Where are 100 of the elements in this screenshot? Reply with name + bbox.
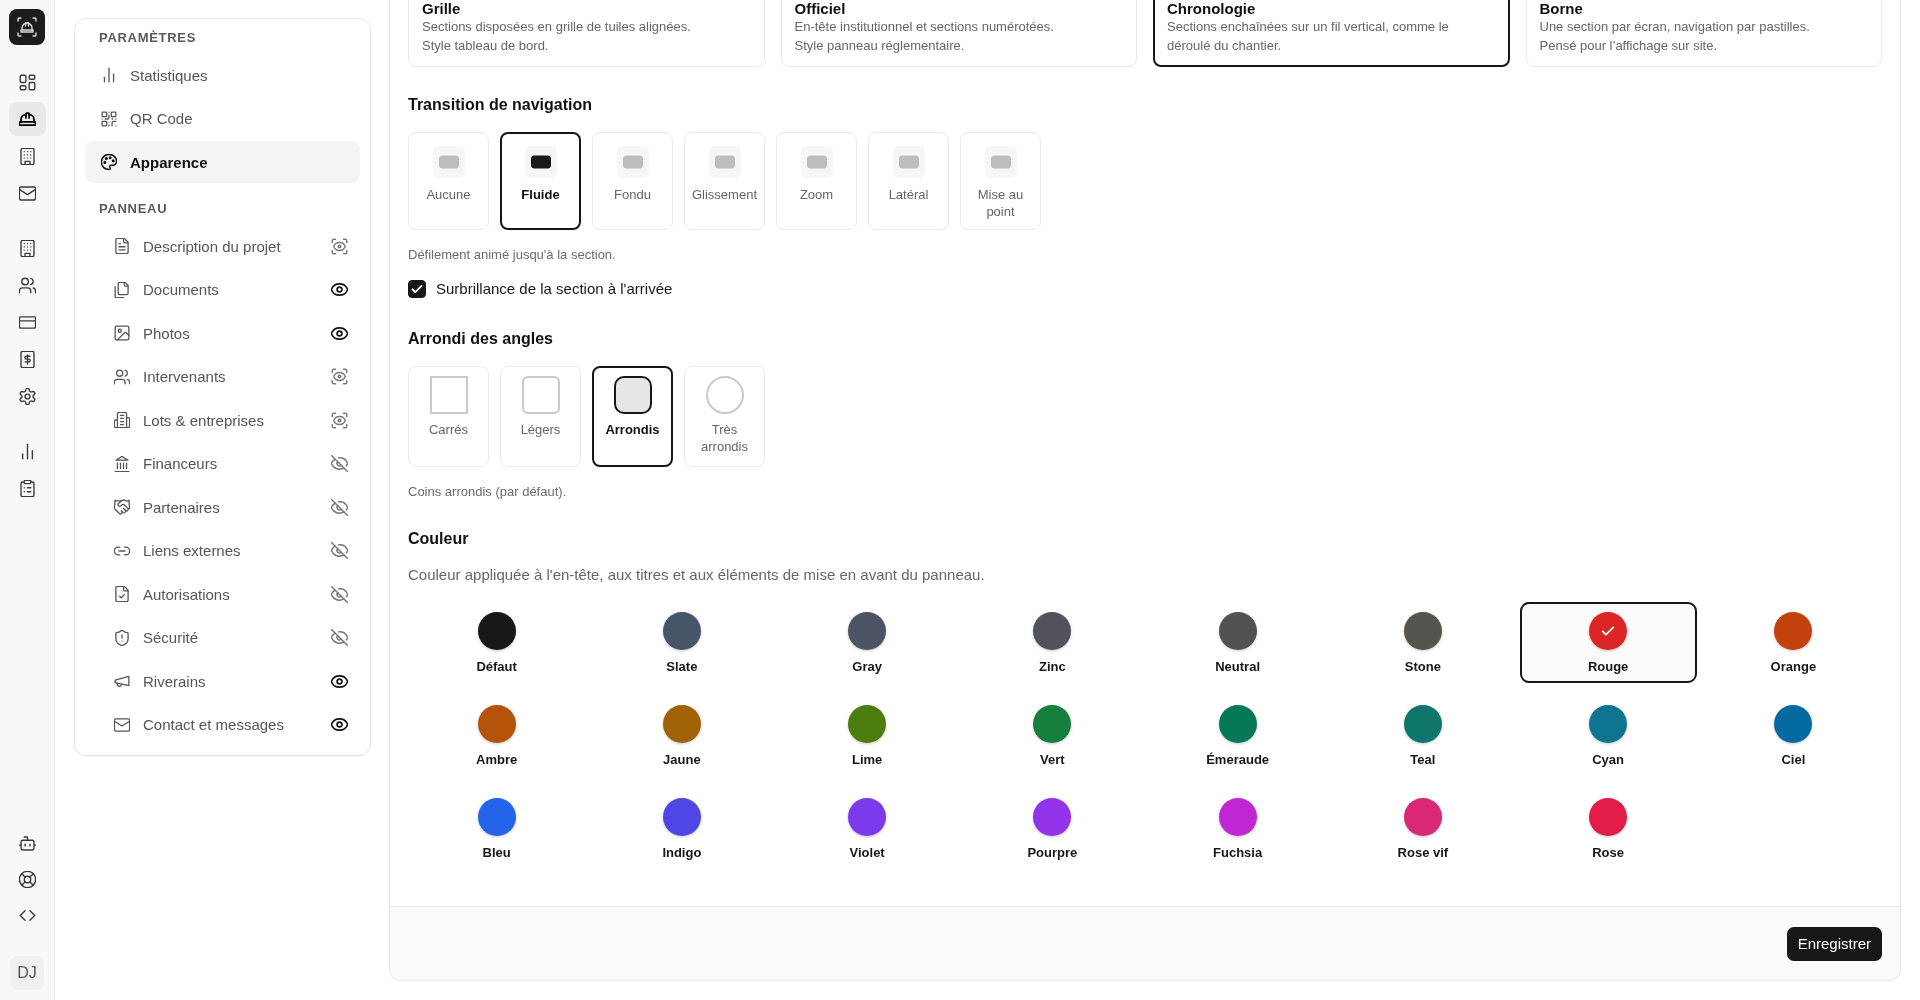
section-heading: Arrondi des angles <box>408 329 554 349</box>
robot-icon <box>18 834 36 852</box>
color-option[interactable]: Ciel <box>1704 695 1882 776</box>
color-option[interactable]: Émeraude <box>1149 695 1327 776</box>
sidebar-item[interactable]: Sécurité <box>85 616 360 659</box>
user-avatar[interactable]: DJ <box>10 956 44 990</box>
eye-icon[interactable] <box>331 716 348 733</box>
sidebar-item[interactable]: Apparence <box>85 141 360 183</box>
color-option[interactable]: Rouge <box>1519 602 1697 683</box>
mail-icon <box>114 716 130 733</box>
sidebar-item[interactable]: Description du projet <box>85 225 360 267</box>
transition-option[interactable]: Mise au point <box>960 132 1041 230</box>
bar-chart-icon <box>101 67 117 83</box>
eye-off-icon[interactable] <box>331 542 348 559</box>
sidebar-item[interactable]: Photos <box>85 312 360 354</box>
sidebar-item[interactable]: Lots & entreprises <box>85 399 360 441</box>
palette-icon <box>101 154 117 170</box>
color-option[interactable]: Défaut <box>408 602 586 683</box>
color-option[interactable]: Pourpre <box>963 788 1141 869</box>
color-option[interactable]: Violet <box>778 788 956 869</box>
transition-preview-icon <box>800 146 833 178</box>
rounded-square-icon <box>613 376 652 414</box>
dollar-document-icon <box>18 350 36 368</box>
color-option[interactable]: Rose <box>1519 788 1697 869</box>
sidebar-item[interactable]: QR Code <box>85 97 360 140</box>
square-icon <box>429 376 468 414</box>
sidebar-item[interactable]: Documents <box>85 268 360 311</box>
transition-option[interactable]: Fluide <box>500 132 581 230</box>
hard-hat-icon <box>18 110 36 128</box>
transition-option[interactable]: Aucune <box>408 132 489 230</box>
corner-option[interactable]: Très arrondis <box>684 366 765 467</box>
sidebar-item[interactable]: Riverains <box>85 660 360 702</box>
transition-preview-icon <box>892 146 925 178</box>
sidebar-item[interactable]: Statistiques <box>85 54 360 96</box>
qr-code-icon <box>101 110 117 127</box>
clipboard-icon <box>18 479 36 497</box>
transition-option[interactable]: Zoom <box>776 132 857 230</box>
bank-icon <box>114 455 130 472</box>
color-option[interactable]: Jaune <box>593 695 771 776</box>
sidebar-item[interactable]: Autorisations <box>85 573 360 615</box>
check-icon <box>411 283 423 295</box>
layout-option[interactable]: Officiel En-tête institutionnel et sections numérotées. Style panneau réglementaire. <box>780 0 1137 67</box>
framed-eye-icon[interactable] <box>331 237 348 255</box>
sidebar-item[interactable]: Financeurs <box>85 442 360 485</box>
sidebar-item[interactable]: Intervenants <box>85 355 360 398</box>
color-option[interactable]: Slate <box>593 602 771 683</box>
corner-option[interactable]: Arrondis <box>592 366 673 467</box>
color-option[interactable]: Rose vif <box>1334 788 1512 869</box>
checkbox[interactable] <box>408 280 426 298</box>
transition-preview-icon <box>708 146 741 178</box>
eye-off-icon[interactable] <box>331 498 348 516</box>
color-option[interactable]: Zinc <box>963 602 1141 683</box>
sidebar-item[interactable]: Partenaires <box>85 486 360 528</box>
rounded-square-icon <box>521 376 560 414</box>
layout-option[interactable]: Borne Une section par écran, navigation par pastilles. Pensé pour l’affichage sur site. <box>1525 0 1882 67</box>
eye-icon[interactable] <box>331 281 348 298</box>
color-option[interactable]: Stone <box>1334 602 1512 683</box>
checkbox-label[interactable]: Surbrillance de la section à l'arrivée <box>436 280 673 298</box>
building-icon <box>18 239 36 257</box>
transition-option[interactable]: Latéral <box>868 132 949 230</box>
layout-option[interactable]: Chronologie Sections enchaînées sur un fil vertical, comme le déroulé du chantier. <box>1153 0 1510 67</box>
eye-icon[interactable] <box>331 324 348 342</box>
check-icon <box>1601 624 1616 638</box>
color-option[interactable]: Bleu <box>408 788 586 869</box>
files-icon <box>114 281 130 298</box>
eye-off-icon[interactable] <box>331 455 348 472</box>
framed-eye-icon[interactable] <box>331 368 348 385</box>
transition-preview-icon <box>616 146 649 178</box>
color-option[interactable]: Orange <box>1704 602 1882 683</box>
color-option[interactable]: Gray <box>778 602 956 683</box>
color-option[interactable]: Vert <box>963 695 1141 776</box>
mail-icon <box>18 184 36 202</box>
eye-icon[interactable] <box>331 672 348 690</box>
section-description: Couleur appliquée à l'en-tête, aux titres et aux éléments de mise en avant du panneau. <box>408 565 986 585</box>
corner-option[interactable]: Carrés <box>408 366 489 467</box>
save-button[interactable]: Enregistrer <box>1786 926 1882 961</box>
color-option[interactable]: Teal <box>1334 695 1512 776</box>
buildings-icon <box>114 412 130 428</box>
color-option[interactable]: Lime <box>778 695 956 776</box>
color-option[interactable]: Indigo <box>593 788 771 869</box>
building-icon <box>18 147 36 165</box>
section-heading: Transition de navigation <box>408 95 594 115</box>
framed-eye-icon[interactable] <box>331 411 348 429</box>
logo-icon[interactable] <box>9 9 45 45</box>
document-icon <box>114 238 130 254</box>
sidebar-item[interactable]: Liens externes <box>85 529 360 572</box>
corner-option[interactable]: Légers <box>500 366 581 467</box>
color-option[interactable]: Fuchsia <box>1149 788 1327 869</box>
transition-option[interactable]: Glissement <box>684 132 765 230</box>
transition-preview-icon <box>432 146 465 178</box>
megaphone-icon <box>114 673 130 689</box>
eye-off-icon[interactable] <box>331 629 348 646</box>
transition-option[interactable]: Fondu <box>592 132 673 230</box>
layout-option[interactable]: Grille Sections disposées en grille de tuiles alignées. Style tableau de bord. <box>408 0 765 67</box>
color-option[interactable]: Ambre <box>408 695 586 776</box>
eye-off-icon[interactable] <box>331 585 348 603</box>
color-option[interactable]: Neutral <box>1149 602 1327 683</box>
sidebar-item[interactable]: Contact et messages <box>85 703 360 746</box>
color-option[interactable]: Cyan <box>1519 695 1697 776</box>
nav-button[interactable] <box>8 102 46 136</box>
